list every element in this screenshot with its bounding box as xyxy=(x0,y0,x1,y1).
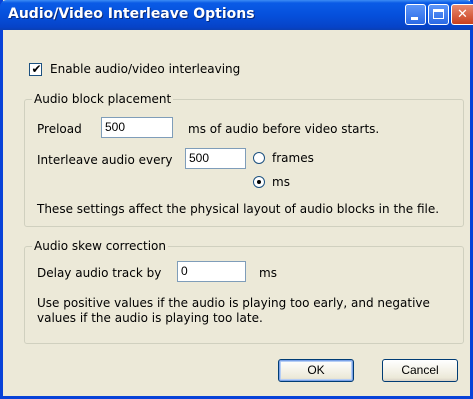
ms-radio[interactable] xyxy=(253,176,265,188)
ok-button[interactable]: OK xyxy=(278,359,354,382)
preload-suffix: ms of audio before video starts. xyxy=(188,122,380,136)
audio-block-placement-title: Audio block placement xyxy=(32,92,174,106)
maximize-button[interactable] xyxy=(428,4,449,25)
enable-interleaving-row[interactable]: ✔ Enable audio/video interleaving xyxy=(29,61,240,77)
skew-note-line1: Use positive values if the audio is play… xyxy=(37,296,430,310)
preload-label: Preload xyxy=(37,122,82,136)
delay-suffix: ms xyxy=(259,266,277,280)
window-title: Audio/Video Interleave Options xyxy=(8,6,255,22)
frames-radio-label: frames xyxy=(272,151,314,165)
preload-input[interactable]: 500 xyxy=(101,117,173,138)
interleave-label: Interleave audio every xyxy=(37,153,173,167)
title-bar[interactable]: Audio/Video Interleave Options ✕ xyxy=(0,0,473,30)
close-icon: ✕ xyxy=(457,7,468,22)
enable-interleaving-label: Enable audio/video interleaving xyxy=(50,62,241,76)
frames-radio[interactable] xyxy=(253,152,265,164)
close-button[interactable]: ✕ xyxy=(451,4,473,25)
audio-skew-correction-title: Audio skew correction xyxy=(32,239,169,253)
minimize-button[interactable] xyxy=(405,4,426,25)
delay-label: Delay audio track by xyxy=(37,266,162,280)
checkmark-icon: ✔ xyxy=(31,61,42,76)
minimize-icon xyxy=(411,17,418,20)
cancel-button[interactable]: Cancel xyxy=(382,359,458,382)
ms-radio-label: ms xyxy=(272,175,290,189)
delay-input[interactable]: 0 xyxy=(177,261,246,282)
radio-selected-dot xyxy=(257,180,261,184)
enable-interleaving-checkbox[interactable]: ✔ xyxy=(29,61,42,76)
maximize-icon xyxy=(433,9,444,19)
interleave-input[interactable]: 500 xyxy=(185,148,246,169)
placement-note: These settings affect the physical layou… xyxy=(37,202,440,216)
skew-note-line2: values if the audio is playing too late. xyxy=(37,311,263,325)
